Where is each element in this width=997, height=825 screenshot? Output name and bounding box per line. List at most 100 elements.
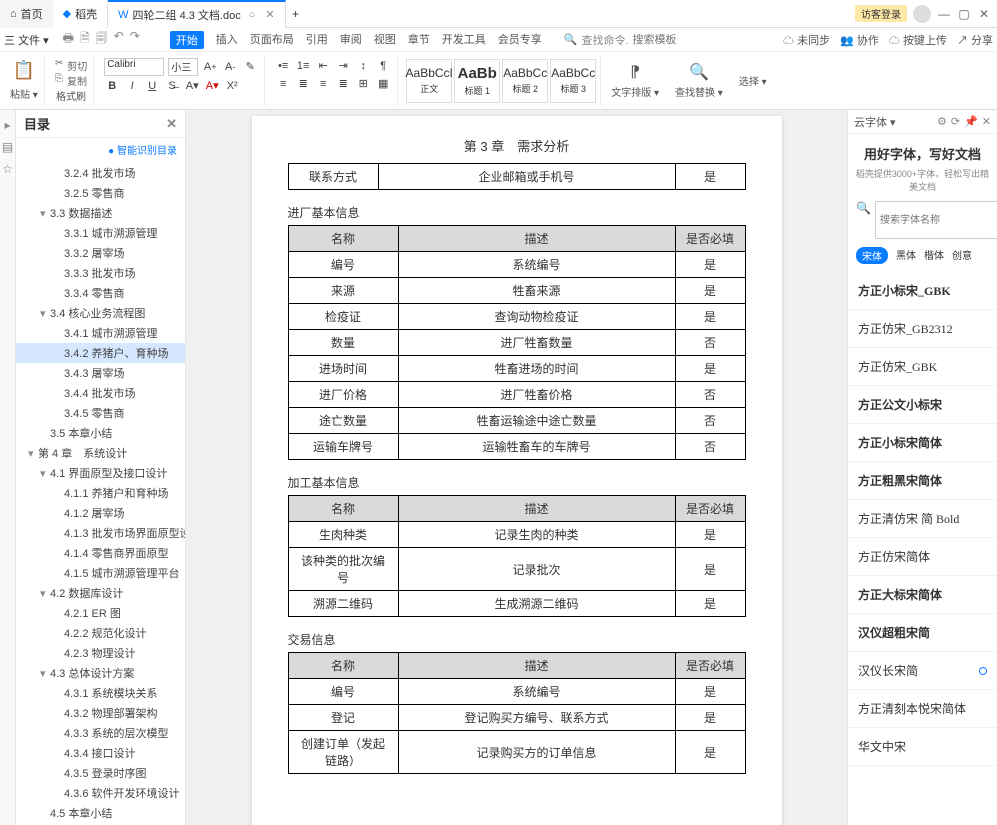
font-list-item[interactable]: 华文中宋 [848, 728, 997, 766]
preview-icon[interactable]: 🗐 [96, 29, 108, 50]
outline-item[interactable]: 4.1.5 城市溯源管理平台 [16, 563, 185, 583]
outline-item[interactable]: 3.3.1 城市溯源管理 [16, 223, 185, 243]
panel-title[interactable]: 云字体 ▾ [854, 114, 896, 130]
outline-item[interactable]: 4.3.4 接口设计 [16, 743, 185, 763]
tab-developer[interactable]: 开发工具 [442, 31, 486, 49]
outline-close-icon[interactable]: ✕ [166, 116, 177, 132]
document-area[interactable]: 第 3 章 需求分析 联系方式 企业邮箱或手机号 是 进厂基本信息 名称描述是否… [186, 110, 847, 825]
format-painter-label[interactable]: 格式刷 [56, 88, 86, 103]
outline-item[interactable]: 4.1.3 批发市场界面原型设计 [16, 523, 185, 543]
sync-status[interactable]: ☁ 未同步 [783, 32, 830, 48]
font-list-item[interactable]: 方正小标宋简体 [848, 424, 997, 462]
tab-close-icon[interactable]: ✕ [265, 8, 274, 21]
shading-icon[interactable]: ▦ [375, 76, 391, 92]
numbering-icon[interactable]: 1≡ [295, 58, 311, 74]
bullets-icon[interactable]: •≡ [275, 58, 291, 74]
style-heading3[interactable]: AaBbCc标题 3 [550, 59, 596, 103]
font-list-item[interactable]: 方正仿宋_GB2312 [848, 310, 997, 348]
font-tab-hei[interactable]: 黑体 [896, 247, 916, 264]
outline-item[interactable]: 3.4.4 批发市场 [16, 383, 185, 403]
font-search-input[interactable] [875, 201, 997, 239]
strike-button[interactable]: S̶ [164, 78, 180, 94]
new-tab-button[interactable]: + [286, 7, 306, 21]
font-list-item[interactable]: 方正清仿宋 简 Bold [848, 500, 997, 538]
refresh-icon[interactable]: ⟳ [951, 115, 960, 128]
collab-button[interactable]: 👥 协作 [840, 32, 879, 48]
style-heading1[interactable]: AaBb标题 1 [454, 59, 500, 103]
font-list-item[interactable]: 汉仪长宋简 [848, 652, 997, 690]
outline-item[interactable]: 4.2.2 规范化设计 [16, 623, 185, 643]
print-icon[interactable]: 🗎 [80, 29, 90, 50]
maximize-icon[interactable]: ▢ [957, 7, 971, 21]
line-spacing-icon[interactable]: ↕ [355, 58, 371, 74]
align-center-icon[interactable]: ≣ [295, 76, 311, 92]
settings-icon[interactable]: ⚙ [937, 115, 947, 128]
outline-item[interactable]: 3.2.4 批发市场 [16, 163, 185, 183]
outline-item[interactable]: ▾3.3 数据描述 [16, 203, 185, 223]
indent-right-icon[interactable]: ⇥ [335, 58, 351, 74]
outline-item[interactable]: 4.3.5 登录时序图 [16, 763, 185, 783]
outline-item[interactable]: 3.4.5 零售商 [16, 403, 185, 423]
outline-item[interactable]: ▾4.1 界面原型及接口设计 [16, 463, 185, 483]
font-size-select[interactable]: 小三 [168, 58, 198, 76]
pin-icon[interactable]: 📌 [964, 115, 978, 128]
outline-item[interactable]: 3.3.2 屠宰场 [16, 243, 185, 263]
redo-icon[interactable]: ↷ [130, 29, 140, 50]
outline-item[interactable]: ▾第 4 章 系统设计 [16, 443, 185, 463]
text-tools[interactable]: ⁋ 文字排版 ▾ [605, 56, 665, 106]
font-name-select[interactable]: Calibri [104, 58, 164, 76]
clear-format-icon[interactable]: ✎ [242, 59, 258, 75]
style-normal[interactable]: AaBbCcI正文 [406, 59, 452, 103]
style-heading2[interactable]: AaBbCc标题 2 [502, 59, 548, 103]
paste-icon[interactable]: 📋 [13, 60, 35, 81]
tab-member[interactable]: 会员专享 [498, 31, 542, 49]
outline-toggle-icon[interactable]: ▤ [2, 140, 13, 154]
tab-home[interactable]: ⌂ 首页 [0, 0, 53, 28]
font-list-item[interactable]: 方正仿宋_GBK [848, 348, 997, 386]
italic-button[interactable]: I [124, 78, 140, 94]
upload-button[interactable]: ☁ 按键上传 [889, 32, 947, 48]
outline-item[interactable]: 4.5 本章小结 [16, 803, 185, 823]
indent-left-icon[interactable]: ⇤ [315, 58, 331, 74]
nav-icon[interactable]: ▸ [4, 118, 10, 132]
outline-item[interactable]: 4.3.3 系统的层次模型 [16, 723, 185, 743]
outline-item[interactable]: 3.3.4 零售商 [16, 283, 185, 303]
outline-item[interactable]: 4.3.6 软件开发环境设计 [16, 783, 185, 803]
outline-item[interactable]: ▾3.4 核心业务流程图 [16, 303, 185, 323]
tab-start[interactable]: 开始 [170, 31, 204, 49]
outline-item[interactable]: 3.4.2 养猪户、育种场 [16, 343, 185, 363]
smart-toc-link[interactable]: ● 智能识别目录 [16, 138, 185, 161]
font-tab-song[interactable]: 宋体 [856, 247, 888, 264]
font-list-item[interactable]: 方正仿宋简体 [848, 538, 997, 576]
find-replace[interactable]: 🔍 查找替换 ▾ [669, 56, 729, 106]
font-tab-kai[interactable]: 楷体 [924, 247, 944, 264]
panel-close-icon[interactable]: ✕ [982, 115, 991, 128]
close-window-icon[interactable]: ✕ [977, 7, 991, 21]
underline-button[interactable]: U [144, 78, 160, 94]
tab-document-active[interactable]: W 四轮二组 4.3 文档.doc ○ ✕ [108, 0, 285, 28]
login-button[interactable]: 访客登录 [855, 5, 907, 22]
align-left-icon[interactable]: ≡ [275, 76, 291, 92]
outline-item[interactable]: 3.4.3 屠宰场 [16, 363, 185, 383]
tab-docer[interactable]: ◆ 稻壳 [53, 0, 108, 28]
font-list-item[interactable]: 汉仪超粗宋简 [848, 614, 997, 652]
highlight-button[interactable]: A▾ [184, 78, 200, 94]
share-button[interactable]: ↗ 分享 [957, 32, 993, 48]
file-menu[interactable]: 三 文件 ▾ [4, 32, 49, 48]
font-list-item[interactable]: 方正大标宋简体 [848, 576, 997, 614]
template-search-input[interactable] [633, 34, 693, 46]
outline-item[interactable]: 4.1.2 屠宰场 [16, 503, 185, 523]
outline-item[interactable]: 4.3.1 系统模块关系 [16, 683, 185, 703]
cut-icon[interactable]: ✂ [55, 58, 63, 73]
tab-review[interactable]: 审阅 [340, 31, 362, 49]
outline-item[interactable]: ▾4.2 数据库设计 [16, 583, 185, 603]
font-list-item[interactable]: 方正公文小标宋 [848, 386, 997, 424]
tab-insert[interactable]: 插入 [216, 31, 238, 49]
tab-pagelayout[interactable]: 页面布局 [250, 31, 294, 49]
font-color-button[interactable]: A▾ [204, 78, 220, 94]
tab-references[interactable]: 引用 [306, 31, 328, 49]
select-tool[interactable]: 选择 ▾ [733, 56, 773, 106]
copy-icon[interactable]: ⎘ [55, 73, 63, 88]
outline-item[interactable]: 4.2.3 物理设计 [16, 643, 185, 663]
decrease-font-icon[interactable]: A- [222, 59, 238, 75]
